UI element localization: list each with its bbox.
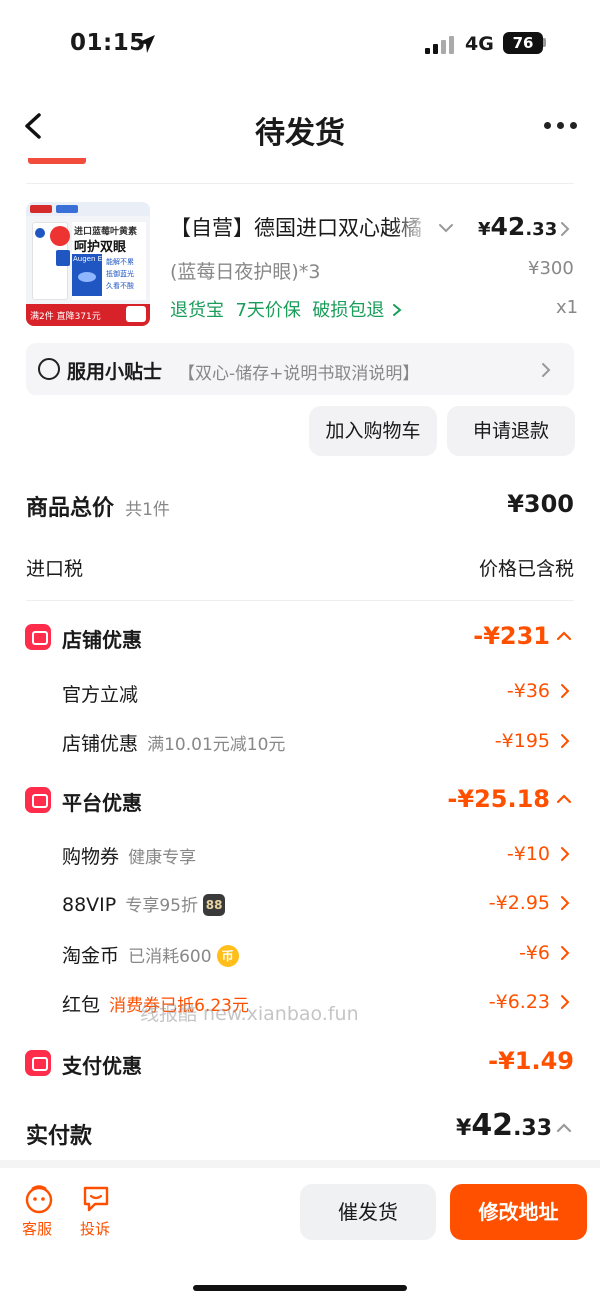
title-fade (392, 208, 432, 242)
chevron-right-icon (561, 946, 570, 960)
lightbulb-icon (38, 358, 60, 380)
coin-icon: 币 (216, 945, 239, 967)
image-point: 能解不累 (106, 258, 134, 266)
tips-text: 【双心-储存+说明书取消说明】 (178, 364, 420, 384)
product-price[interactable]: ¥42.33 (478, 212, 557, 241)
page-title: 待发货 (255, 116, 345, 151)
paid-amount[interactable]: ¥42.33 (456, 1108, 552, 1143)
discount-item-value[interactable]: -¥36 (430, 680, 550, 702)
tax-label: 进口税 (26, 558, 84, 580)
paid-integer: 42 (471, 1108, 514, 1143)
chevron-right-icon (561, 995, 570, 1009)
payment-discount-value: -¥1.49 (488, 1047, 574, 1075)
network-label: 4G (465, 33, 494, 55)
tips-label: 服用小贴士 (67, 361, 163, 383)
chevron-up-icon[interactable] (556, 793, 572, 805)
watermark: 线报酷 new.xianbao.fun (140, 1003, 359, 1025)
discount-item-row: 购物券 健康专享 (62, 842, 196, 869)
battery-tip (543, 38, 546, 47)
paid-symbol: ¥ (456, 1116, 472, 1141)
customer-service-icon[interactable] (24, 1184, 54, 1214)
discount-item-note: 已消耗600 (128, 947, 212, 967)
discount-item-value[interactable]: -¥6.23 (430, 991, 550, 1013)
discount-item-value[interactable]: -¥10 (430, 843, 550, 865)
home-indicator (193, 1285, 407, 1291)
discount-item-value[interactable]: -¥195 (430, 730, 550, 752)
chevron-up-icon[interactable] (556, 630, 572, 642)
original-price: ¥300 (528, 258, 574, 279)
chevron-up-icon[interactable] (556, 1122, 572, 1134)
tab-indicator (28, 158, 86, 164)
service-label[interactable]: 客服 (22, 1218, 52, 1239)
service-tags-text: 退货宝 7天价保 破损包退 (170, 300, 385, 321)
chevron-right-icon (561, 684, 570, 698)
chevron-right-icon (542, 363, 551, 377)
chevron-right-icon[interactable] (559, 221, 571, 237)
tax-value: 价格已含税 (478, 558, 574, 580)
divider (26, 183, 574, 184)
change-address-button[interactable]: 修改地址 (450, 1184, 587, 1240)
image-point: 抵御蓝光 (106, 270, 134, 278)
image-promo: 满2件 直降371元 (30, 312, 101, 322)
platform-discount-value[interactable]: -¥25.18 (400, 785, 550, 813)
discount-item-note: 健康专享 (128, 848, 197, 868)
bottom-separator (0, 1160, 600, 1168)
total-label: 商品总价 (26, 496, 115, 521)
complain-icon[interactable] (81, 1184, 111, 1214)
price-decimal: .33 (525, 219, 558, 240)
discount-item-label: 官方立减 (62, 684, 139, 706)
payment-icon (25, 1050, 51, 1076)
battery-icon: 76 (503, 32, 543, 54)
discount-item-row: 店铺优惠 满10.01元减10元 (62, 729, 285, 756)
product-quantity: x1 (556, 297, 579, 318)
total-label-row: 商品总价 共1件 (26, 490, 170, 522)
image-point: 久看不酸 (106, 282, 134, 290)
more-icon[interactable] (544, 122, 578, 132)
platform-icon (25, 787, 51, 813)
discount-item-label: 红包 (62, 994, 101, 1016)
discount-item-label: 88VIP (62, 894, 117, 916)
vip88-badge-icon: 88 (203, 894, 226, 916)
chevron-right-icon (561, 847, 570, 861)
image-main: 呵护双眼 (74, 240, 127, 255)
signal-icon (425, 36, 457, 54)
shop-discount-label: 店铺优惠 (62, 628, 142, 652)
discount-item-value[interactable]: -¥6 (430, 942, 550, 964)
product-spec: (蓝莓日夜护眼)*3 (170, 261, 321, 283)
paid-decimal: .33 (513, 1116, 553, 1141)
platform-discount-label: 平台优惠 (62, 791, 142, 815)
shop-discount-value[interactable]: -¥231 (400, 622, 550, 650)
service-tags[interactable]: 退货宝 7天价保 破损包退 (170, 296, 402, 322)
paid-label: 实付款 (26, 1124, 93, 1149)
discount-item-note: 专享95折 (125, 896, 198, 916)
total-count: 共1件 (125, 500, 170, 520)
shop-icon (25, 624, 51, 650)
product-image[interactable]: 进口蓝莓叶黄素 呵护双眼 Augen Extra 能解不累 抵御蓝光 久看不酸 … (26, 202, 150, 326)
price-integer: 42 (490, 212, 526, 241)
discount-item-note: 满10.01元减10元 (147, 735, 286, 755)
refund-button[interactable]: 申请退款 (447, 406, 575, 456)
location-arrow-icon (137, 35, 155, 53)
discount-item-row: 88VIP 专享95折 88 (62, 891, 226, 916)
urge-shipping-button[interactable]: 催发货 (300, 1184, 436, 1240)
chevron-right-icon (393, 304, 402, 316)
total-value: ¥300 (507, 490, 574, 518)
chevron-right-icon (561, 734, 570, 748)
discount-item-value[interactable]: -¥2.95 (430, 892, 550, 914)
chevron-right-icon (561, 896, 570, 910)
discount-item-label: 购物券 (62, 846, 120, 868)
discount-item-label: 淘金币 (62, 945, 120, 967)
complain-label[interactable]: 投诉 (80, 1218, 110, 1239)
payment-discount-label: 支付优惠 (62, 1054, 142, 1078)
discount-item-label: 店铺优惠 (62, 733, 139, 755)
divider (26, 600, 574, 601)
discount-item-row: 淘金币 已消耗600 币 (62, 941, 239, 968)
add-to-cart-button[interactable]: 加入购物车 (309, 406, 437, 456)
price-symbol: ¥ (478, 219, 491, 240)
chevron-down-icon[interactable] (438, 222, 454, 234)
